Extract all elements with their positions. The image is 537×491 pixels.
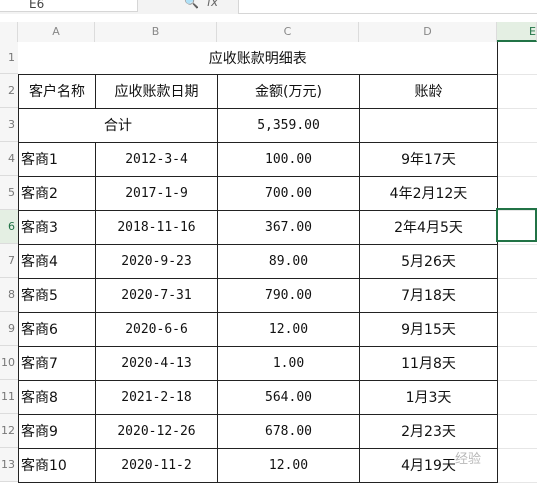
watermark: 经验 — [455, 452, 482, 467]
header-customer[interactable]: 客户名称 — [18, 73, 96, 109]
column-header-a[interactable]: A — [18, 22, 95, 42]
cell-amount[interactable]: 790.00 — [217, 277, 360, 313]
cell-amount[interactable]: 1.00 — [217, 345, 360, 381]
cell-age[interactable]: 9月15天 — [359, 311, 498, 347]
row-header-13[interactable]: 13 — [0, 448, 18, 482]
cell-date[interactable]: 2020-9-23 — [95, 243, 218, 279]
header-date[interactable]: 应收账款日期 — [95, 73, 218, 109]
row-header-6[interactable]: 6 — [0, 210, 18, 244]
row-header-3[interactable]: 3 — [0, 108, 18, 142]
cell-date[interactable]: 2020-4-13 — [95, 345, 218, 381]
cell-date[interactable]: 2020-7-31 — [95, 277, 218, 313]
table-title[interactable]: 应收账款明细表 — [18, 42, 498, 75]
cell-name[interactable]: 客商6 — [18, 311, 96, 347]
cell-date[interactable]: 2017-1-9 — [95, 175, 218, 211]
column-header-d[interactable]: D — [359, 22, 497, 42]
table-row: 客商3 2018-11-16 367.00 2年4月5天 — [18, 209, 498, 245]
row-header-8[interactable]: 8 — [0, 278, 18, 312]
cell-age[interactable]: 11月8天 — [359, 345, 498, 381]
row-header-2[interactable]: 2 — [0, 74, 18, 108]
select-all-corner[interactable] — [0, 22, 18, 42]
formula-bar: E6 🔍 fx — [0, 0, 537, 14]
cell-date[interactable]: 2020-11-2 — [95, 447, 218, 483]
cell-date[interactable]: 2018-11-16 — [95, 209, 218, 245]
sheet-grid: 应收账款明细表 客户名称 应收账款日期 金额(万元) 账龄 合计 5,359.0… — [18, 42, 498, 483]
cell-name[interactable]: 客商5 — [18, 277, 96, 313]
cell-amount[interactable]: 678.00 — [217, 413, 360, 449]
header-age[interactable]: 账龄 — [359, 73, 498, 109]
row-header-7[interactable]: 7 — [0, 244, 18, 278]
name-box[interactable]: E6 — [0, 0, 138, 12]
zoom-icon[interactable]: 🔍 — [184, 0, 199, 9]
row-header-5[interactable]: 5 — [0, 176, 18, 210]
cell-name[interactable]: 客商1 — [18, 141, 96, 177]
table-row: 客商2 2017-1-9 700.00 4年2月12天 — [18, 175, 498, 211]
cell-amount[interactable]: 564.00 — [217, 379, 360, 415]
cell-amount[interactable]: 12.00 — [217, 447, 360, 483]
selected-cell-e6[interactable] — [496, 208, 537, 242]
row-header-12[interactable]: 12 — [0, 414, 18, 448]
cell-name[interactable]: 客商7 — [18, 345, 96, 381]
cell-name[interactable]: 客商10 — [18, 447, 96, 483]
column-header-b[interactable]: B — [95, 22, 217, 42]
cell-date[interactable]: 2020-6-6 — [95, 311, 218, 347]
row-header-11[interactable]: 11 — [0, 380, 18, 414]
cell-amount[interactable]: 367.00 — [217, 209, 360, 245]
cell-name[interactable]: 客商3 — [18, 209, 96, 245]
fx-label[interactable]: fx — [207, 0, 218, 9]
cell-age[interactable]: 1月3天 — [359, 379, 498, 415]
cell-age[interactable]: 2月23天 — [359, 413, 498, 449]
cell-amount[interactable]: 100.00 — [217, 141, 360, 177]
column-header-c[interactable]: C — [217, 22, 359, 42]
table-row: 客商9 2020-12-26 678.00 2月23天 — [18, 413, 498, 449]
row-header-9[interactable]: 9 — [0, 312, 18, 346]
cell-date[interactable]: 2021-2-18 — [95, 379, 218, 415]
total-amount[interactable]: 5,359.00 — [217, 107, 360, 143]
column-e-cells[interactable] — [497, 42, 537, 491]
row-header-4[interactable]: 4 — [0, 142, 18, 176]
cell-name[interactable]: 客商8 — [18, 379, 96, 415]
formula-icons: 🔍 fx — [184, 0, 218, 9]
cell-name[interactable]: 客商4 — [18, 243, 96, 279]
cell-name[interactable]: 客商9 — [18, 413, 96, 449]
cell-age[interactable]: 7月18天 — [359, 277, 498, 313]
column-header-e[interactable]: E — [497, 22, 537, 42]
table-row: 客商6 2020-6-6 12.00 9月15天 — [18, 311, 498, 347]
cell-age[interactable]: 9年17天 — [359, 141, 498, 177]
table-row: 客商7 2020-4-13 1.00 11月8天 — [18, 345, 498, 381]
row-header-10[interactable]: 10 — [0, 346, 18, 380]
cell-date[interactable]: 2012-3-4 — [95, 141, 218, 177]
table-row: 客商4 2020-9-23 89.00 5月26天 — [18, 243, 498, 279]
table-row: 客商8 2021-2-18 564.00 1月3天 — [18, 379, 498, 415]
row-header-1[interactable]: 1 — [0, 42, 18, 74]
total-label[interactable]: 合计 — [18, 107, 218, 143]
table-row: 客商5 2020-7-31 790.00 7月18天 — [18, 277, 498, 313]
cell-amount[interactable]: 12.00 — [217, 311, 360, 347]
cell-amount[interactable]: 89.00 — [217, 243, 360, 279]
cell-date[interactable]: 2020-12-26 — [95, 413, 218, 449]
table-row: 客商1 2012-3-4 100.00 9年17天 — [18, 141, 498, 177]
formula-input[interactable] — [238, 0, 537, 14]
cell-age[interactable]: 2年4月5天 — [359, 209, 498, 245]
cell-name[interactable]: 客商2 — [18, 175, 96, 211]
cell-amount[interactable]: 700.00 — [217, 175, 360, 211]
header-amount[interactable]: 金额(万元) — [217, 73, 360, 109]
table-row: 客商10 2020-11-2 12.00 4月19天 — [18, 447, 498, 483]
total-age[interactable] — [359, 107, 498, 143]
cell-age[interactable]: 4年2月12天 — [359, 175, 498, 211]
cell-age[interactable]: 5月26天 — [359, 243, 498, 279]
